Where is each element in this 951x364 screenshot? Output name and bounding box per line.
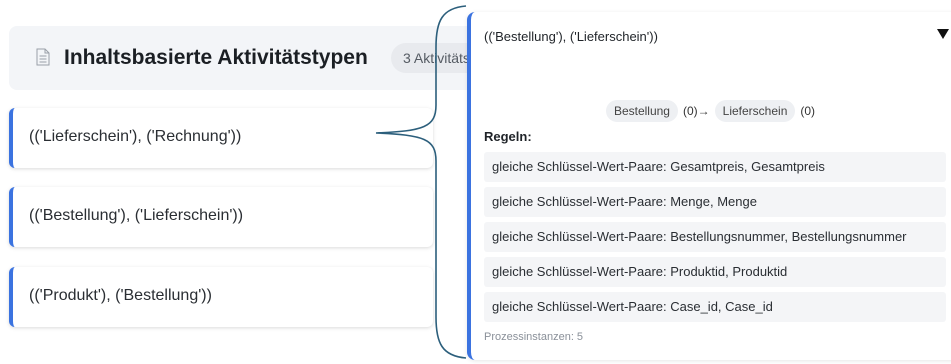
activity-type-label: (('Bestellung'), ('Lieferschein')) [29, 207, 244, 224]
page-title: Inhaltsbasierte Aktivitätstypen [64, 46, 368, 69]
rule-item: gleiche Schlüssel-Wert-Paare: Menge, Men… [484, 187, 946, 217]
activity-detail-panel: (('Bestellung'), ('Lieferschein')) Beste… [467, 12, 951, 360]
activity-type-label: (('Produkt'), ('Bestellung')) [29, 287, 212, 304]
source-activity-pill: Bestellung [605, 100, 678, 122]
document-icon [36, 48, 50, 66]
rule-item: gleiche Schlüssel-Wert-Paare: Case_id, C… [484, 292, 946, 322]
target-count: (0) [800, 104, 816, 118]
target-activity-pill: Lieferschein [714, 100, 796, 122]
rule-item: gleiche Schlüssel-Wert-Paare: Bestellung… [484, 222, 946, 252]
activity-flow: Bestellung (0)→ Lieferschein (0) [471, 99, 951, 123]
triangle-down-icon[interactable] [937, 29, 949, 39]
activity-type-label: (('Lieferschein'), ('Rechnung')) [29, 128, 242, 145]
process-instance-count: Prozessinstanzen: 5 [484, 331, 584, 343]
rule-item: gleiche Schlüssel-Wert-Paare: Produktid,… [484, 257, 946, 287]
callout-brace [375, 5, 467, 359]
source-count: (0)→ [682, 104, 710, 118]
detail-title[interactable]: (('Bestellung'), ('Lieferschein')) [484, 29, 658, 44]
rule-item: gleiche Schlüssel-Wert-Paare: Gesamtprei… [484, 152, 946, 182]
rules-heading: Regeln: [484, 129, 532, 144]
